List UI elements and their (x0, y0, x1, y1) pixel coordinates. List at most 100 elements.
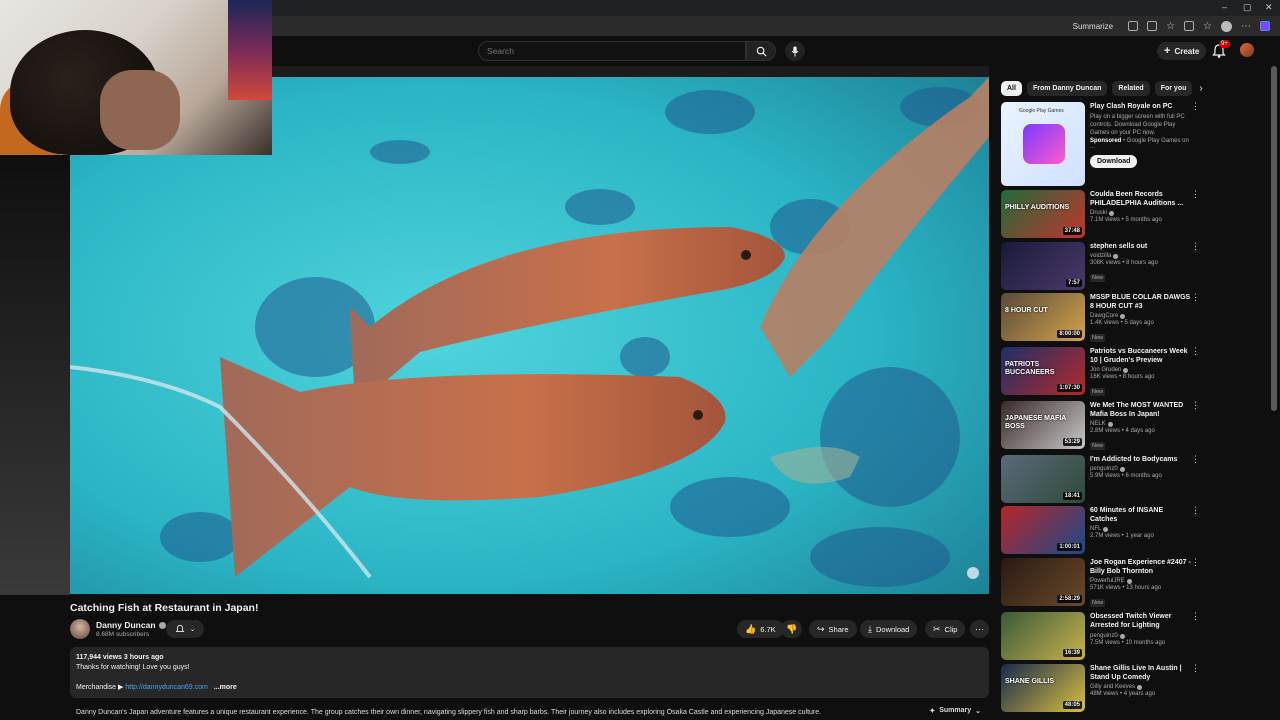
recommendation-item[interactable]: 8 HOUR CUT 8:00:00 MSSP BLUE COLLAR DAWG… (1001, 293, 1201, 343)
youtube-header (272, 36, 1280, 66)
search-button[interactable] (746, 41, 776, 61)
show-more-link[interactable]: ...more (214, 684, 237, 691)
video-title: I'm Addicted to Bodycams (1090, 456, 1178, 463)
kebab-menu-icon[interactable]: ⋮ (1191, 455, 1200, 505)
video-stats: 7.5M views • 10 months ago (1090, 640, 1166, 646)
chip-related[interactable]: Related (1112, 81, 1150, 96)
search-box[interactable] (478, 41, 746, 61)
chip-for-you[interactable]: For you (1154, 81, 1193, 96)
ad-download-button[interactable]: Download (1090, 155, 1138, 168)
more-actions-button[interactable]: ⋯ (970, 620, 989, 638)
share-button[interactable]: ↪ Share (809, 620, 857, 638)
kebab-menu-icon[interactable]: ⋮ (1191, 102, 1200, 186)
recommendation-item[interactable]: 2:58:29 Joe Rogan Experience #2407 - Bil… (1001, 558, 1201, 608)
recommendation-item[interactable]: 1:00:01 60 Minutes of INSANE Catches NFL… (1001, 506, 1201, 556)
kebab-menu-icon[interactable]: ⋮ (1191, 506, 1200, 556)
video-duration: 7:57 (1065, 279, 1082, 287)
video-duration: 8:00:00 (1057, 330, 1082, 338)
download-button[interactable]: ⤓ Download (860, 620, 918, 638)
recommendation-item[interactable]: SHANE GILLIS 48:05 Shane Gillis Live In … (1001, 664, 1201, 714)
microphone-icon (791, 46, 799, 56)
new-badge: New (1090, 442, 1106, 450)
merch-link[interactable]: http://dannyduncan69.com (125, 684, 208, 691)
channel-name[interactable]: Danny Duncan (96, 620, 166, 630)
thumbnail-text: JAPANESE MAFIA BOSS (1005, 415, 1067, 430)
create-button[interactable]: + Create (1157, 42, 1207, 60)
kebab-menu-icon[interactable]: ⋮ (1191, 664, 1200, 714)
verified-icon (1109, 210, 1115, 216)
channel-name: Jon Gruden (1090, 367, 1122, 373)
tab-icon[interactable] (1128, 21, 1139, 31)
video-thumbnail[interactable]: SHANE GILLIS 48:05 (1001, 664, 1085, 712)
thumbs-up-icon: 👍 (745, 623, 757, 634)
channel-avatar[interactable] (70, 619, 90, 639)
clip-button[interactable]: ✂ Clip (925, 620, 966, 638)
recommendation-item[interactable]: 18:41 I'm Addicted to Bodycams penguinz0… (1001, 455, 1201, 505)
download-label: Download (875, 624, 910, 634)
recommendation-item[interactable]: 16:39 Obsessed Twitch Viewer Arrested fo… (1001, 612, 1201, 662)
menu-icon[interactable]: ⋯ (1241, 21, 1251, 32)
close-window-button[interactable]: ✕ (1265, 2, 1273, 13)
kebab-menu-icon[interactable]: ⋮ (1191, 401, 1200, 451)
install-icon[interactable] (1147, 21, 1158, 31)
thumbnail-text: PATRIOTS BUCCANEERS (1005, 361, 1055, 376)
chevron-right-icon[interactable]: › (1199, 83, 1202, 94)
recommendation-item[interactable]: PATRIOTS BUCCANEERS 1:07:30 Patriots vs … (1001, 347, 1201, 397)
minimize-button[interactable]: – (1222, 2, 1227, 12)
recommendations-sidebar: All From Danny Duncan Related For you › … (1001, 80, 1203, 712)
video-thumbnail[interactable]: 16:39 (1001, 612, 1085, 660)
search-input[interactable] (487, 46, 745, 56)
video-stats: 16K views • 8 hours ago (1090, 374, 1155, 380)
maximize-button[interactable]: ▢ (1243, 2, 1252, 13)
share-label: Share (828, 624, 849, 634)
video-thumbnail[interactable]: PHILLY AUDITIONS 37:48 (1001, 190, 1085, 238)
dislike-button[interactable]: 👎 (781, 620, 803, 638)
summarize-button[interactable]: Summarize (1073, 22, 1113, 31)
video-title: We Met The MOST WANTED Mafia Boss In Jap… (1090, 402, 1184, 418)
kebab-menu-icon[interactable]: ⋮ (1191, 190, 1200, 240)
channel-name: PowerfulJRE (1090, 578, 1125, 584)
video-duration: 37:48 (1062, 227, 1082, 235)
video-title: Obsessed Twitch Viewer Arrested for Ligh… (1090, 613, 1172, 629)
chip-from-channel[interactable]: From Danny Duncan (1026, 81, 1108, 96)
kebab-menu-icon[interactable]: ⋮ (1191, 558, 1200, 608)
star-icon[interactable]: ☆ (1166, 21, 1175, 32)
kebab-menu-icon[interactable]: ⋮ (1191, 347, 1200, 397)
description-box[interactable]: 117,944 views 3 hours ago Thanks for wat… (70, 647, 989, 698)
extensions-icon[interactable] (1184, 21, 1195, 31)
video-thumbnail[interactable]: 7:57 (1001, 242, 1085, 290)
chevron-down-icon: ⌄ (189, 626, 196, 633)
recommendation-item[interactable]: JAPANESE MAFIA BOSS 53:29 We Met The MOS… (1001, 401, 1201, 451)
account-avatar[interactable] (1240, 43, 1254, 57)
voice-search-button[interactable] (785, 41, 805, 61)
kebab-menu-icon[interactable]: ⋮ (1191, 242, 1200, 292)
video-thumbnail[interactable]: 18:41 (1001, 455, 1085, 503)
summary-toggle[interactable]: ✦ Summary ⌄ (929, 707, 981, 715)
thumbnail-text: PHILLY AUDITIONS (1005, 204, 1070, 211)
video-title: stephen sells out (1090, 243, 1148, 250)
video-thumbnail[interactable]: 2:58:29 (1001, 558, 1085, 606)
video-thumbnail[interactable]: PATRIOTS BUCCANEERS 1:07:30 (1001, 347, 1085, 395)
browser-tabstrip: – ▢ ✕ (272, 0, 1280, 16)
ad-card[interactable]: Google Play Games Play Clash Royale on P… (1001, 102, 1201, 186)
subscribed-notifications-button[interactable]: ⌄ (166, 620, 204, 638)
recommendation-item[interactable]: 7:57 stephen sells out voidzilla 308K vi… (1001, 242, 1201, 292)
recommendation-item[interactable]: PHILLY AUDITIONS 37:48 Coulda Been Recor… (1001, 190, 1201, 240)
verified-icon (1126, 578, 1132, 584)
video-thumbnail[interactable]: JAPANESE MAFIA BOSS 53:29 (1001, 401, 1085, 449)
merch-label: Merchandise ▶ (76, 684, 124, 691)
page-scrollbar[interactable] (1271, 66, 1277, 411)
kebab-menu-icon[interactable]: ⋮ (1191, 612, 1200, 662)
video-thumbnail[interactable]: 8 HOUR CUT 8:00:00 (1001, 293, 1085, 341)
video-thumbnail[interactable]: 1:00:01 (1001, 506, 1085, 554)
profile-icon[interactable] (1221, 20, 1232, 32)
copilot-icon[interactable] (1260, 21, 1270, 31)
chip-all[interactable]: All (1001, 81, 1022, 96)
bookmark-star-icon[interactable]: ☆ (1203, 21, 1212, 32)
channel-name-text: Danny Duncan (96, 620, 156, 630)
verified-icon (1103, 526, 1109, 532)
summary-label: Summary (939, 707, 972, 714)
kebab-menu-icon[interactable]: ⋮ (1191, 293, 1200, 343)
create-label: Create (1174, 46, 1200, 56)
like-button[interactable]: 👍 6.7K (737, 620, 784, 638)
